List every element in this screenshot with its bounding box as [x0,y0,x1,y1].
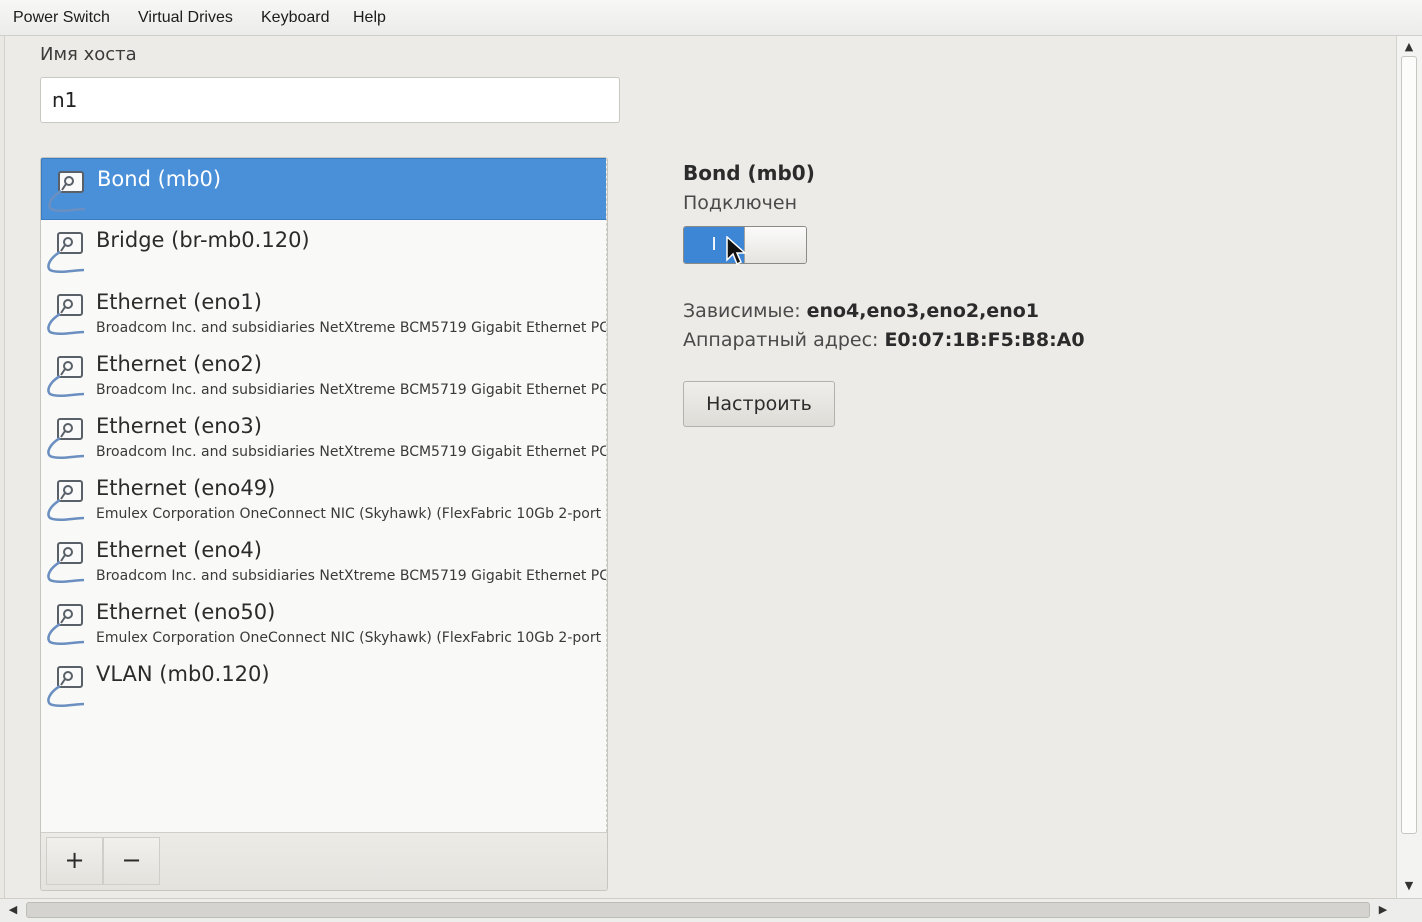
menu-bar: Power Switch Virtual Drives Keyboard Hel… [0,0,1422,36]
add-connection-button[interactable]: + [46,837,103,885]
connection-status: Подключен [683,192,797,214]
connection-row[interactable]: Bridge (br-mb0.120) [41,220,606,282]
connection-title: Ethernet (eno49) [96,476,276,500]
scroll-down-icon[interactable]: ▼ [1400,877,1418,895]
connection-title: Bridge (br-mb0.120) [96,228,310,252]
hostname-input[interactable]: n1 [40,77,620,123]
connection-title: Ethernet (eno2) [96,352,262,376]
toggle-knob[interactable] [744,227,806,263]
connection-title: Bond (mb0) [97,167,222,191]
hw-address-label: Аппаратный адрес: [683,329,879,351]
connection-row[interactable]: VLAN (mb0.120) [41,654,606,716]
connection-row[interactable]: Ethernet (eno2) Broadcom Inc. and subsidi… [41,344,607,406]
connection-title: Ethernet (eno50) [96,600,276,624]
network-wired-icon [44,230,88,276]
hostname-label: Имя хоста [40,44,137,65]
network-wired-icon [44,416,88,462]
connection-device-description: Emulex Corporation OneConnect NIC (Skyha… [96,630,602,646]
connection-title: Ethernet (eno4) [96,538,262,562]
network-wired-icon [44,664,88,710]
connection-detail-title: Bond (mb0) [683,161,815,185]
network-wired-icon [44,292,88,338]
connection-title: Ethernet (eno3) [96,414,262,438]
horizontal-scrollbar[interactable]: ◀ ▶ [0,898,1422,922]
connection-title: VLAN (mb0.120) [96,662,270,686]
dependents-value: eno4,eno3,eno2,eno1 [806,300,1039,322]
menu-virtual-drives[interactable]: Virtual Drives [138,9,233,27]
network-wired-icon [44,602,88,648]
menu-help[interactable]: Help [353,9,386,27]
vertical-scrollbar[interactable]: ▲ ▼ [1396,36,1422,898]
connection-row[interactable]: Ethernet (eno49) Emulex Corporation OneCo… [41,468,606,530]
connections-panel: Bond (mb0) Bridge (br-mb0.120) Ethernet (e… [40,157,608,891]
network-wired-icon [44,354,88,400]
connection-device-description: Broadcom Inc. and subsidiaries NetXtreme… [96,444,607,460]
dependents-row: Зависимые: eno4,eno3,eno2,eno1 [683,300,1039,322]
connections-toolbar: + − [41,832,607,890]
scroll-right-icon[interactable]: ▶ [1374,901,1392,919]
connection-row[interactable]: Ethernet (eno3) Broadcom Inc. and subsidi… [41,406,607,468]
hw-address-row: Аппаратный адрес: E0:07:1B:F5:B8:A0 [683,329,1085,351]
connection-device-description: Broadcom Inc. and subsidiaries NetXtreme… [96,320,607,336]
scroll-left-icon[interactable]: ◀ [4,901,22,919]
configure-button[interactable]: Настроить [683,381,835,427]
connection-title: Ethernet (eno1) [96,290,262,314]
network-settings-content: Имя хоста n1 Bond (mb0) Bridge (br-mb0.12… [4,36,1397,898]
connection-device-description: Broadcom Inc. and subsidiaries NetXtreme… [96,382,607,398]
menu-keyboard[interactable]: Keyboard [261,9,330,27]
connections-list[interactable]: Bond (mb0) Bridge (br-mb0.120) Ethernet (e… [41,158,607,832]
connection-row[interactable]: Ethernet (eno50) Emulex Corporation OneCo… [41,592,606,654]
network-wired-icon [44,478,88,524]
connection-row[interactable]: Ethernet (eno4) Broadcom Inc. and subsidi… [41,530,607,592]
dependents-label: Зависимые: [683,300,801,322]
hw-address-value: E0:07:1B:F5:B8:A0 [884,329,1085,351]
connection-row[interactable]: Bond (mb0) [41,158,606,220]
network-wired-icon [44,540,88,586]
mouse-pointer-icon [726,236,747,266]
scroll-up-icon[interactable]: ▲ [1400,38,1418,56]
connection-device-description: Emulex Corporation OneConnect NIC (Skyha… [96,506,602,522]
vertical-scrollbar-thumb[interactable] [1401,56,1417,834]
network-wired-icon [45,169,89,215]
connection-row[interactable]: Ethernet (eno1) Broadcom Inc. and subsidi… [41,282,607,344]
menu-power-switch[interactable]: Power Switch [13,9,110,27]
horizontal-scrollbar-thumb[interactable] [26,902,1370,918]
connection-device-description: Broadcom Inc. and subsidiaries NetXtreme… [96,568,607,584]
remove-connection-button[interactable]: − [103,837,160,885]
